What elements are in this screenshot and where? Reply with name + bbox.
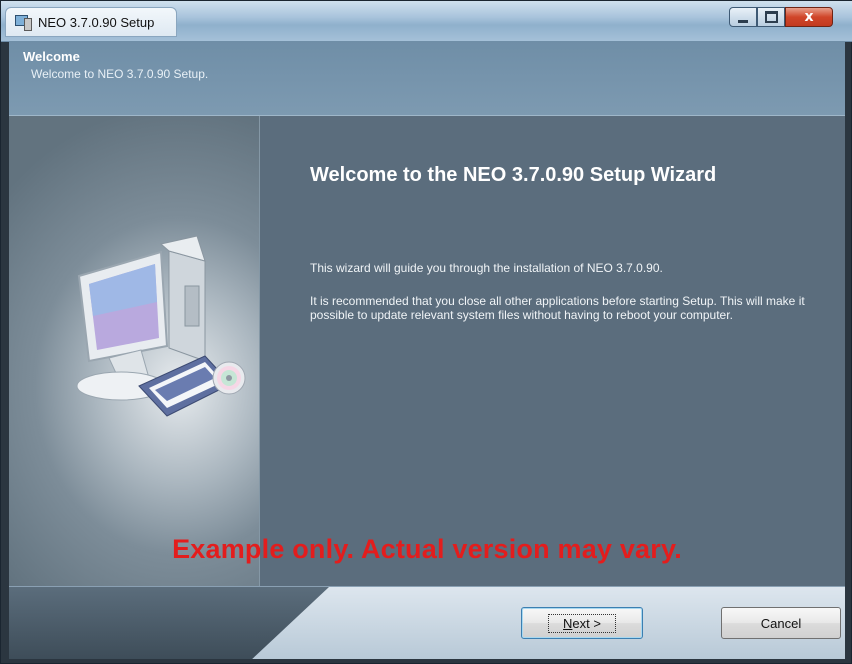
wizard-side-panel <box>9 116 260 586</box>
wizard-content: Welcome to the NEO 3.7.0.90 Setup Wizard… <box>9 116 845 586</box>
minimize-icon <box>738 19 748 23</box>
next-button[interactable]: Next > <box>521 607 643 639</box>
footer-decoration <box>9 587 329 659</box>
title-tab: NEO 3.7.0.90 Setup <box>5 7 177 37</box>
cancel-button[interactable]: Cancel <box>721 607 841 639</box>
title-bar[interactable]: NEO 3.7.0.90 Setup x <box>1 1 852 42</box>
close-icon: x <box>804 9 814 25</box>
close-button[interactable]: x <box>785 7 833 27</box>
computer-with-disc-icon <box>76 235 246 417</box>
intro-paragraph: This wizard will guide you through the i… <box>310 261 663 275</box>
next-button-label: Next > <box>548 613 616 633</box>
minimize-button[interactable] <box>729 7 757 27</box>
window-title: NEO 3.7.0.90 Setup <box>38 14 155 30</box>
welcome-heading: Welcome to the NEO 3.7.0.90 Setup Wizard <box>310 164 717 186</box>
wizard-main-panel: Welcome to the NEO 3.7.0.90 Setup Wizard… <box>260 116 845 586</box>
wizard-header: Welcome Welcome to NEO 3.7.0.90 Setup. <box>9 41 845 116</box>
wizard-footer: Next > Cancel <box>9 586 845 659</box>
maximize-button[interactable] <box>757 7 785 27</box>
header-subtitle: Welcome to NEO 3.7.0.90 Setup. <box>31 67 209 81</box>
installer-icon <box>14 13 32 31</box>
maximize-icon <box>764 11 778 23</box>
setup-window: NEO 3.7.0.90 Setup x Welcome Welcome to … <box>0 0 852 664</box>
example-watermark: Example only. Actual version may vary. <box>172 534 682 564</box>
recommendation-paragraph: It is recommended that you close all oth… <box>310 294 805 322</box>
header-title: Welcome <box>23 49 80 64</box>
